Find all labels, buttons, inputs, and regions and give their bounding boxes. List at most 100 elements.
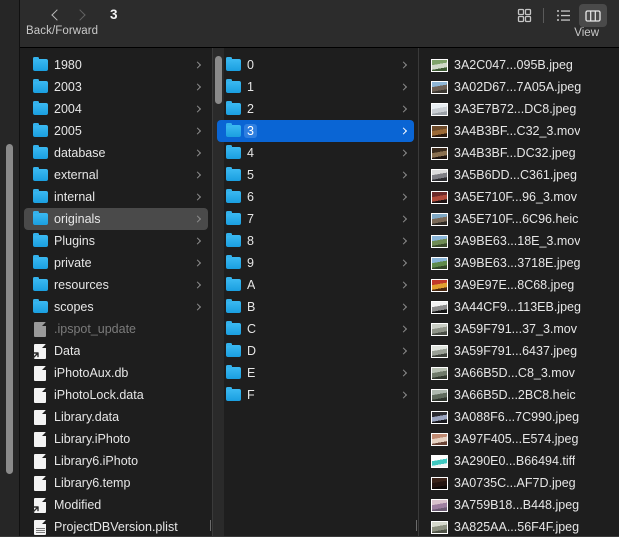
- folder-row[interactable]: resources: [24, 274, 208, 296]
- folder-row[interactable]: 5: [217, 164, 414, 186]
- file-row[interactable]: Data: [24, 340, 208, 362]
- folder-row[interactable]: scopes: [24, 296, 208, 318]
- item-label: F: [247, 388, 255, 402]
- file-row[interactable]: Library.iPhoto: [24, 428, 208, 450]
- folder-row[interactable]: originals: [24, 208, 208, 230]
- file-row[interactable]: Library6.temp: [24, 472, 208, 494]
- folder-row[interactable]: Plugins: [24, 230, 208, 252]
- list-view-button[interactable]: [549, 4, 577, 27]
- folder-icon: [32, 56, 48, 73]
- grid-view-icon: [517, 8, 531, 23]
- file-row[interactable]: 3A59F791...6437.jpeg: [423, 340, 616, 362]
- item-label: database: [54, 146, 106, 160]
- disclosure-chevron-icon: [193, 303, 202, 311]
- alias-arrow-badge: [32, 505, 40, 513]
- folder-row[interactable]: F: [217, 384, 414, 406]
- folder-row[interactable]: 2004: [24, 98, 208, 120]
- folder-icon: [225, 232, 241, 249]
- folder-row[interactable]: 0: [217, 54, 414, 76]
- folder-row[interactable]: 2: [217, 98, 414, 120]
- file-row[interactable]: 3A4B3BF...DC32.jpeg: [423, 142, 616, 164]
- file-row[interactable]: 3A9E97E...8C68.jpeg: [423, 274, 616, 296]
- file-row[interactable]: Library.data: [24, 406, 208, 428]
- disclosure-chevron-icon: [399, 237, 408, 245]
- item-label: iPhotoLock.data: [54, 388, 144, 402]
- file-row[interactable]: 3A02D67...7A05A.jpeg: [423, 76, 616, 98]
- folder-row[interactable]: external: [24, 164, 208, 186]
- photo-thumbnail: [431, 322, 448, 336]
- item-label: 3A3E7B72...DC8.jpeg: [454, 102, 577, 116]
- file-row[interactable]: iPhotoLock.data: [24, 384, 208, 406]
- disclosure-chevron-icon: [193, 237, 202, 245]
- window-title: 3: [110, 7, 118, 22]
- folder-row[interactable]: 2005: [24, 120, 208, 142]
- file-row[interactable]: 3A59F791...37_3.mov: [423, 318, 616, 340]
- file-row[interactable]: 3A0735C...AF7D.jpeg: [423, 472, 616, 494]
- back-button[interactable]: [42, 4, 68, 26]
- folder-row[interactable]: private: [24, 252, 208, 274]
- photo-thumbnail: [431, 146, 448, 160]
- file-row[interactable]: 3A5E710F...96_3.mov: [423, 186, 616, 208]
- view-label: View: [574, 27, 599, 39]
- window-scrollbar-thumb[interactable]: [6, 144, 13, 474]
- file-row[interactable]: 3A9BE63...18E_3.mov: [423, 230, 616, 252]
- folder-icon: [225, 100, 241, 117]
- file-row[interactable]: ProjectDBVersion.plist: [24, 516, 208, 537]
- file-row[interactable]: 3A97F405...E574.jpeg: [423, 428, 616, 450]
- folder-row[interactable]: 1980: [24, 54, 208, 76]
- folder-row[interactable]: D: [217, 340, 414, 362]
- item-label: 2005: [54, 124, 82, 138]
- folder-icon: [32, 188, 48, 205]
- file-row[interactable]: 3A825AA...56F4F.jpeg: [423, 516, 616, 537]
- folder-row[interactable]: B: [217, 296, 414, 318]
- alias-arrow-badge: [32, 351, 40, 359]
- disclosure-chevron-icon: [193, 193, 202, 201]
- folder-row[interactable]: 4: [217, 142, 414, 164]
- folder-row[interactable]: database: [24, 142, 208, 164]
- item-label: originals: [54, 212, 101, 226]
- file-row[interactable]: 3A44CF9...113EB.jpeg: [423, 296, 616, 318]
- file-row[interactable]: 3A290E0...B66494.tiff: [423, 450, 616, 472]
- item-label: internal: [54, 190, 95, 204]
- folder-row[interactable]: 2003: [24, 76, 208, 98]
- file-row[interactable]: 3A9BE63...3718E.jpeg: [423, 252, 616, 274]
- file-row[interactable]: Modified: [24, 494, 208, 516]
- folder-row[interactable]: 8: [217, 230, 414, 252]
- folder-row[interactable]: 3: [217, 120, 414, 142]
- folder-row[interactable]: 6: [217, 186, 414, 208]
- file-row[interactable]: 3A2C047...095B.jpeg: [423, 54, 616, 76]
- file-row[interactable]: 3A759B18...B448.jpeg: [423, 494, 616, 516]
- disclosure-chevron-icon: [399, 259, 408, 267]
- column-view-button[interactable]: [579, 4, 607, 27]
- folder-row[interactable]: C: [217, 318, 414, 340]
- item-label: .ipspot_update: [54, 322, 137, 336]
- list-view-icon: [556, 10, 570, 21]
- browser-body: 1980 2003 2004 2005 database external internal…: [0, 48, 619, 537]
- forward-button[interactable]: [68, 4, 94, 26]
- column-view-icon: [585, 9, 601, 22]
- folder-row[interactable]: internal: [24, 186, 208, 208]
- file-row[interactable]: iPhotoAux.db: [24, 362, 208, 384]
- file-row[interactable]: Library6.iPhoto: [24, 450, 208, 472]
- file-row[interactable]: 3A5E710F...6C96.heic: [423, 208, 616, 230]
- file-row[interactable]: 3A088F6...7C990.jpeg: [423, 406, 616, 428]
- file-row[interactable]: 3A3E7B72...DC8.jpeg: [423, 98, 616, 120]
- file-row[interactable]: 3A4B3BF...C32_3.mov: [423, 120, 616, 142]
- disclosure-chevron-icon: [399, 83, 408, 91]
- icon-view-button[interactable]: [510, 4, 538, 27]
- folder-row[interactable]: E: [217, 362, 414, 384]
- file-row[interactable]: 3A66B5D...C8_3.mov: [423, 362, 616, 384]
- file-row[interactable]: 3A5B6DD...C361.jpeg: [423, 164, 616, 186]
- item-label: Library.iPhoto: [54, 432, 131, 446]
- alias-document-icon: [32, 497, 48, 513]
- folder-row[interactable]: A: [217, 274, 414, 296]
- folder-row[interactable]: 7: [217, 208, 414, 230]
- folder-row[interactable]: 9: [217, 252, 414, 274]
- item-label: Modified: [54, 498, 102, 512]
- file-row[interactable]: 3A66B5D...2BC8.heic: [423, 384, 616, 406]
- folder-icon: [225, 122, 241, 139]
- folder-icon: [32, 78, 48, 95]
- disclosure-chevron-icon: [399, 215, 408, 223]
- file-row[interactable]: .ipspot_update: [24, 318, 208, 340]
- folder-row[interactable]: 1: [217, 76, 414, 98]
